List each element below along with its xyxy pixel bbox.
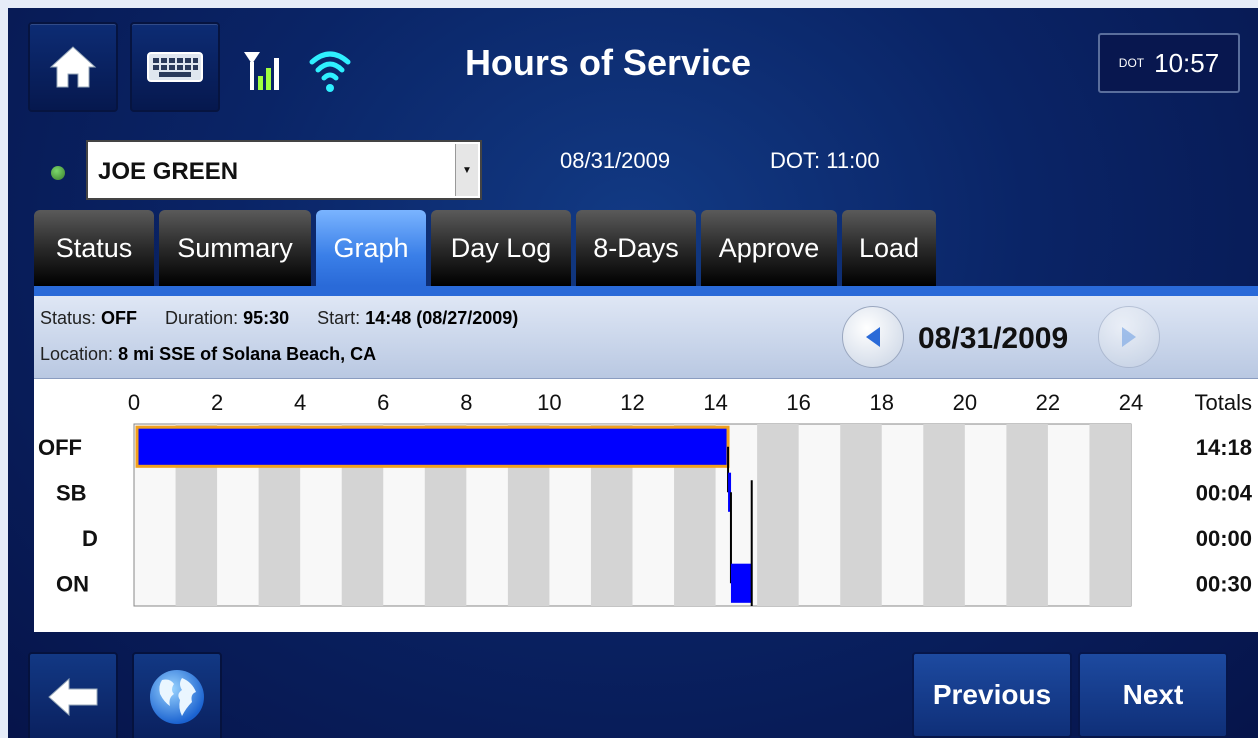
row-label-off: OFF — [38, 435, 82, 460]
x-tick-label: 6 — [377, 390, 389, 415]
row-total-off: 14:18 — [1196, 435, 1252, 460]
row-total-on: 00:30 — [1196, 571, 1252, 596]
cell-signal-icon — [244, 52, 279, 90]
home-icon — [49, 46, 97, 88]
x-tick-label: 24 — [1119, 390, 1143, 415]
back-button[interactable] — [28, 652, 118, 738]
wifi-icon — [309, 51, 351, 92]
tab-approve[interactable]: Approve — [701, 210, 837, 286]
x-tick-label: 14 — [703, 390, 727, 415]
duty-segment-on[interactable] — [730, 563, 752, 603]
driver-select[interactable]: JOE GREEN ▼ — [86, 140, 482, 200]
tab-summary[interactable]: Summary — [159, 210, 311, 286]
duration-value: 95:30 — [243, 308, 290, 328]
hos-screen: Hours of Service DOT 10:57 JOE GREEN ▼ 0… — [8, 8, 1258, 738]
chevron-down-icon[interactable]: ▼ — [455, 144, 478, 196]
tab-graph[interactable]: Graph — [316, 210, 426, 286]
tab-day-log[interactable]: Day Log — [431, 210, 571, 286]
x-tick-label: 2 — [211, 390, 223, 415]
triangle-right-icon — [1122, 327, 1136, 347]
next-button[interactable]: Next — [1078, 652, 1228, 738]
graph-stripe — [1006, 424, 1048, 606]
driver-select-value: JOE GREEN — [98, 158, 239, 185]
x-tick-label: 20 — [953, 390, 977, 415]
x-tick-label: 0 — [128, 390, 140, 415]
tab-underline — [34, 286, 1258, 296]
status-value: OFF — [101, 308, 138, 328]
row-total-sb: 00:04 — [1196, 480, 1253, 505]
location-value: 8 mi SSE of Solana Beach, CA — [118, 344, 377, 364]
graph-stripe — [1089, 424, 1131, 606]
globe-icon — [150, 670, 204, 724]
previous-button[interactable]: Previous — [912, 652, 1072, 738]
header-date: 08/31/2009 — [560, 148, 671, 173]
header-dot-hours: DOT: 11:00 — [770, 148, 880, 173]
dot-clock[interactable]: DOT 10:57 — [1098, 33, 1240, 93]
clock-label: DOT — [1118, 56, 1145, 70]
row-label-d: D — [82, 526, 98, 551]
x-tick-label: 8 — [460, 390, 472, 415]
x-tick-label: 10 — [537, 390, 561, 415]
location-line: Location: 8 mi SSE of Solana Beach, CA — [40, 344, 377, 364]
graph-stripe — [757, 424, 799, 606]
next-day-button[interactable] — [1098, 306, 1160, 368]
driver-status-led — [51, 166, 65, 180]
duty-segment-off[interactable] — [135, 425, 730, 468]
graph-panel: Status: OFF Duration: 95:30 Start: 14:48 (… — [34, 296, 1258, 632]
graph-stripe — [923, 424, 965, 606]
keyboard-button[interactable] — [130, 22, 220, 112]
tab-status[interactable]: Status — [34, 210, 154, 286]
x-tick-label: 18 — [870, 390, 894, 415]
status-info-bar: Status: OFF Duration: 95:30 Start: 14:48 (… — [34, 296, 1258, 379]
map-button[interactable] — [132, 652, 222, 738]
x-tick-label: 12 — [620, 390, 644, 415]
x-tick-label: 16 — [786, 390, 810, 415]
clock-time: 10:57 — [1154, 47, 1220, 78]
graph-date: 08/31/2009 — [918, 322, 1069, 355]
previous-day-button[interactable] — [842, 306, 904, 368]
status-line: Status: OFF Duration: 95:30 Start: 14:48 (… — [40, 308, 519, 328]
row-label-sb: SB — [56, 480, 87, 505]
page-title: Hours of Service — [464, 42, 752, 83]
duty-graph: 0 2 4 6 8 10 12 14 16 18 20 22 24 Totals OFFSBDON 14:… — [38, 390, 1253, 607]
keyboard-icon — [147, 52, 203, 82]
triangle-left-icon — [866, 327, 880, 347]
row-total-d: 00:00 — [1196, 526, 1252, 551]
home-button[interactable] — [28, 22, 118, 112]
start-value: 14:48 (08/27/2009) — [365, 308, 519, 328]
graph-stripe — [840, 424, 882, 606]
row-label-on: ON — [56, 571, 89, 596]
arrow-left-icon — [48, 677, 98, 717]
totals-header: Totals — [1195, 390, 1252, 415]
tab-8-days[interactable]: 8-Days — [576, 210, 696, 286]
x-tick-label: 22 — [1036, 390, 1060, 415]
tab-bar: Status Summary Graph Day Log 8-Days Appr… — [34, 210, 936, 286]
tab-load[interactable]: Load — [842, 210, 936, 286]
x-tick-label: 4 — [294, 390, 306, 415]
